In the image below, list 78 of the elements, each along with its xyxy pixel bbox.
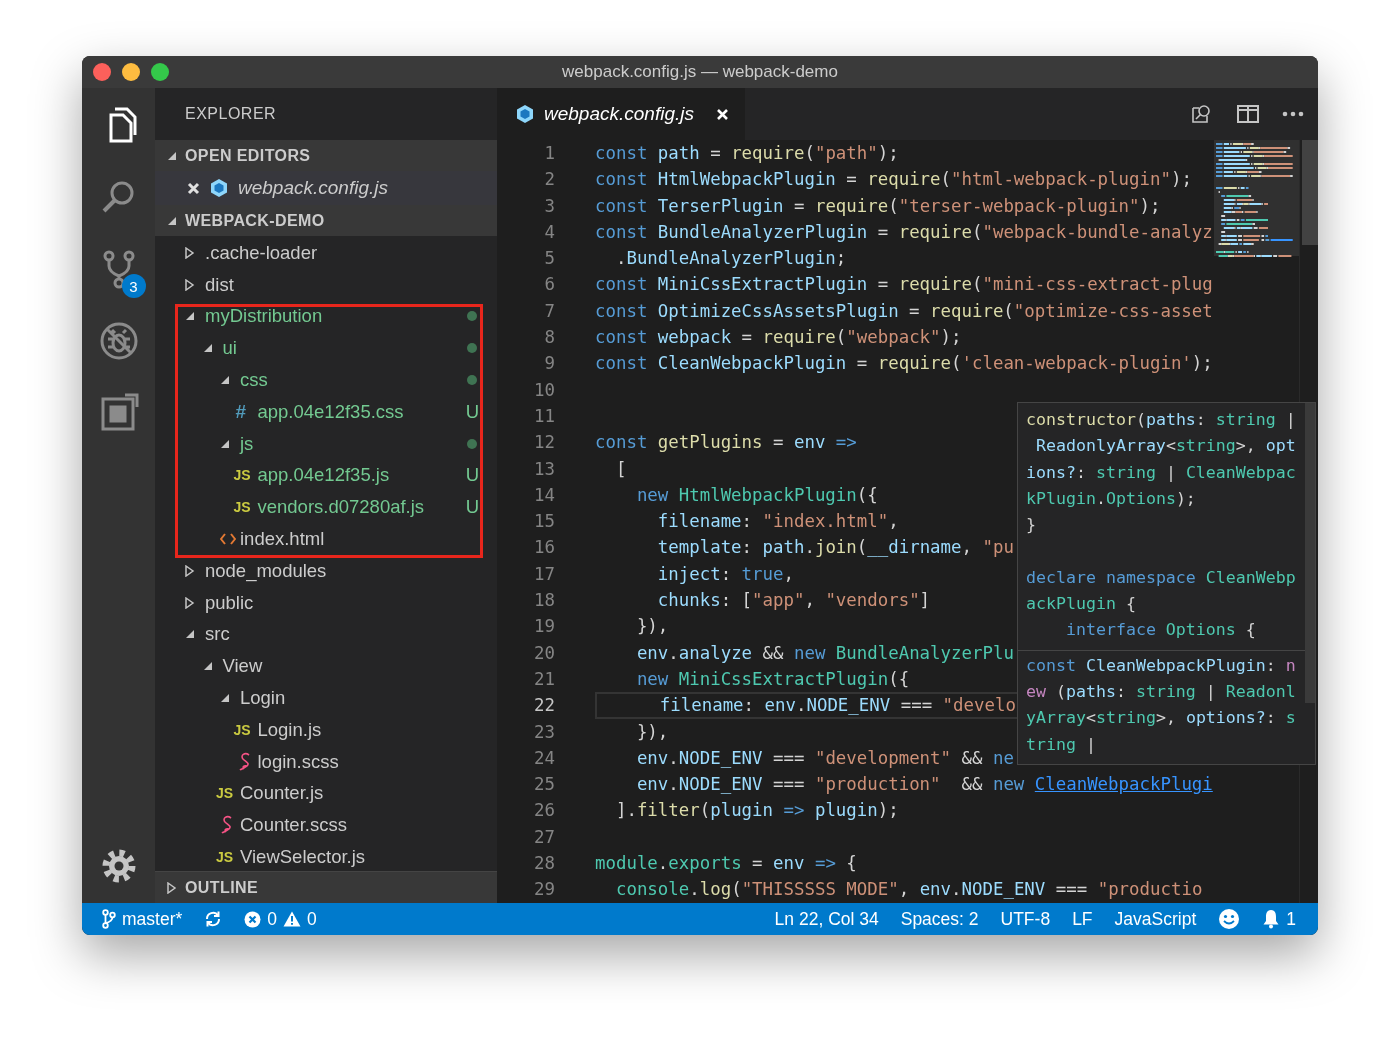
- code-line: env.analyze && new BundleAnalyzerPlu: [635, 641, 1014, 665]
- line-number: 22: [533, 694, 555, 718]
- line-number: 23: [533, 720, 555, 744]
- count-badge: 3: [121, 274, 146, 298]
- tooltip-code-line: constructor(paths: string |: [1026, 409, 1297, 431]
- tooltip-code-line: declare namespace CleanWebp: [1026, 566, 1297, 589]
- line-number: 12: [533, 431, 555, 455]
- git-status-label: U: [465, 496, 479, 519]
- code-line: const MiniCssExtractPlugin = require("mini-css-extract-plug: [595, 273, 1213, 297]
- code-line: const OptimizeCssAssetsPlugin = require("optimize-css-asset: [595, 299, 1213, 323]
- line-number: 18: [533, 589, 555, 613]
- code-line: }),: [635, 615, 669, 639]
- line-number: 10: [533, 378, 555, 402]
- code-line: const CleanWebpackPlugin = require('clean-webpack-plugin');: [595, 352, 1213, 376]
- line-number: 26: [533, 799, 555, 823]
- line-number: 21: [533, 667, 555, 691]
- code-line: new MiniCssExtractPlugin({: [635, 667, 910, 691]
- code-line: module.exports = env => {: [595, 852, 857, 875]
- git-status-label: U: [465, 400, 479, 423]
- git-status-label: U: [465, 464, 479, 487]
- code-line: env.NODE_ENV === "development" && ne: [635, 746, 1014, 770]
- line-number: 4: [543, 220, 555, 244]
- tooltip-code-line: yArray<string>, options?: s: [1026, 707, 1297, 730]
- tooltip-code-line: ions?: string | CleanWebpac: [1026, 461, 1297, 484]
- line-number: 27: [533, 825, 555, 849]
- code-line: const HtmlWebpackPlugin = require("html-webpack-plugin");: [595, 168, 1192, 192]
- line-number: 25: [533, 773, 555, 797]
- sidebar-title: EXPLORER: [185, 105, 277, 123]
- line-number: 14: [533, 483, 555, 507]
- tooltip-code-line: interface Options {: [1064, 619, 1257, 642]
- js-file-icon: JS: [216, 785, 234, 802]
- line-number: 15: [533, 510, 555, 534]
- line-number: 20: [533, 641, 555, 665]
- js-file-icon: JS: [233, 467, 251, 484]
- js-file-icon: JS: [233, 499, 251, 516]
- code-line: const path = require("path");: [595, 142, 899, 165]
- code-line: filename: env.NODE_ENV === "develo: [658, 694, 1016, 717]
- line-number: 13: [533, 457, 555, 481]
- code-line: inject: true,: [656, 562, 794, 586]
- code-line: const TerserPlugin = require("terser-webpack-plugin");: [595, 194, 1161, 218]
- css-file-icon: #: [235, 400, 247, 423]
- line-number: 8: [543, 326, 555, 350]
- line-number: 24: [533, 746, 555, 770]
- code-line: const webpack = require("webpack");: [595, 326, 962, 350]
- tooltip-code-line: kPlugin.Options);: [1026, 487, 1197, 510]
- line-number: 2: [543, 168, 555, 192]
- code-line: filename: "index.html",: [656, 510, 899, 534]
- code-line: template: path.join(__dirname, "pu: [656, 536, 1014, 560]
- code-line: .BundleAnalyzerPlugin;: [614, 247, 847, 271]
- line-number: 5: [543, 247, 555, 271]
- tooltip-code-line: ew (paths: string | Readonl: [1026, 680, 1297, 703]
- line-number: 9: [543, 352, 555, 376]
- code-line: const getPlugins = env =>: [595, 431, 857, 455]
- line-number: 28: [533, 852, 555, 875]
- line-number: 7: [543, 299, 555, 323]
- tooltip-code-line: ackPlugin {: [1026, 593, 1137, 616]
- line-number: 16: [533, 536, 555, 560]
- code-line: }),: [635, 720, 669, 744]
- tooltip-code-line: ReadonlyArray<string>, opt: [1035, 435, 1297, 458]
- line-number: 17: [533, 562, 555, 586]
- js-file-icon: JS: [216, 849, 234, 866]
- line-number: 29: [533, 878, 555, 902]
- window-title: webpack.config.js — webpack-demo: [562, 62, 838, 82]
- code-line: new HtmlWebpackPlugin({: [635, 483, 878, 507]
- line-number: 3: [543, 194, 555, 218]
- code-line: ].filter(plugin => plugin);: [614, 799, 899, 823]
- tooltip-code-line: }: [1026, 514, 1037, 537]
- code-line: const BundleAnalyzerPlugin = require("webpack-bundle-analyz: [595, 220, 1213, 244]
- js-file-icon: JS: [233, 721, 251, 738]
- code-line: [: [614, 457, 627, 481]
- code-line: console.log("THISSSSS MODE", env.NODE_ENV === "productio: [614, 878, 1203, 902]
- code-line: chunks: ["app", "vendors"]: [656, 589, 931, 613]
- line-number: 1: [543, 142, 555, 165]
- line-number: 11: [533, 404, 555, 428]
- code-line: env.NODE_ENV === "production" && new CleanWebpackPlugi: [635, 773, 1213, 797]
- line-number: 19: [533, 615, 555, 639]
- tooltip-code-line: tring |: [1026, 733, 1097, 756]
- line-number: 6: [543, 273, 555, 297]
